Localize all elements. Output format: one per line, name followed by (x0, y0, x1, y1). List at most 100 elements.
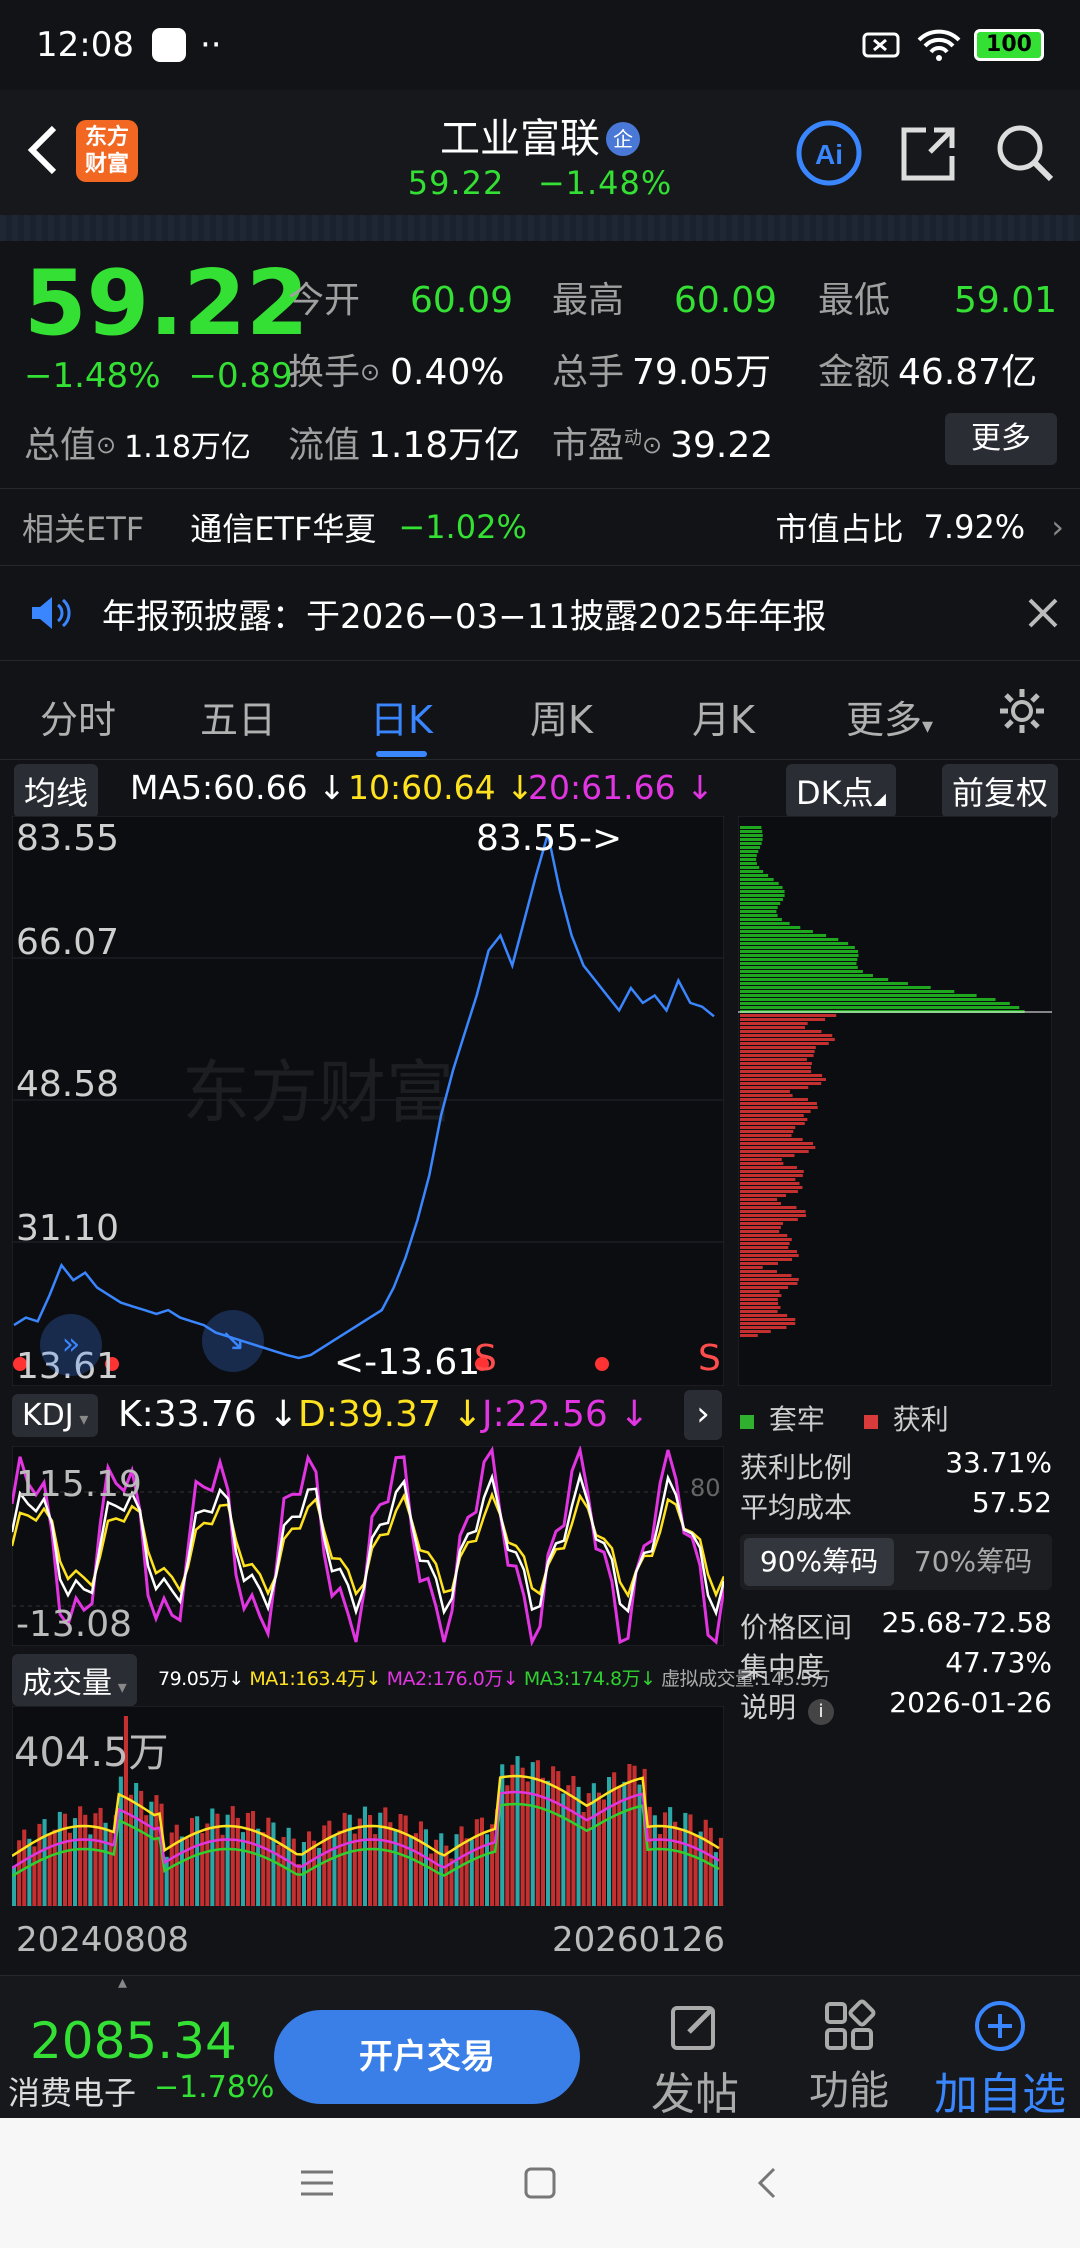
chip-bar (740, 958, 858, 961)
chip-bar (740, 1138, 803, 1141)
tab-chip-70[interactable]: 70%筹码 (898, 1538, 1048, 1586)
volume-top-label: 404.5万 (14, 1730, 169, 1776)
chip-distribution-chart[interactable] (738, 816, 1052, 1386)
tab-more[interactable]: 更多▾ (846, 689, 933, 744)
chip-price-range: 价格区间 25.68-72.58 (740, 1606, 1052, 1644)
volume-bar (240, 1832, 245, 1906)
volume-bar (12, 1866, 17, 1906)
stat-turnover[interactable]: 换手⊙ 0.40% (288, 343, 505, 395)
tab-intraday[interactable]: 分时 (40, 689, 116, 744)
tab-daily-k[interactable]: 日K (370, 689, 433, 757)
caret-down-icon: ▾ (112, 1677, 127, 1698)
volume-bar (652, 1815, 657, 1906)
volume-bar (708, 1827, 713, 1906)
volume-bar (581, 1812, 586, 1906)
adjust-mode-button[interactable]: 前复权 (942, 764, 1059, 818)
chip-bar (740, 1146, 816, 1149)
kdj-selector-button[interactable]: KDJ ▾ (12, 1394, 99, 1437)
min-price-label: <-13.61 (334, 1342, 481, 1383)
home-icon[interactable] (520, 2163, 560, 2203)
chip-bar (740, 1130, 794, 1133)
volume-bar (251, 1811, 256, 1906)
etf-name[interactable]: 通信ETF华夏 (190, 504, 376, 550)
chip-bar (740, 1266, 763, 1269)
chip-bar (740, 874, 769, 877)
app-notification-icon (151, 28, 186, 62)
chip-bar (740, 1194, 786, 1197)
chip-bar (740, 846, 761, 849)
add-to-watchlist-button[interactable]: 加自选 (930, 1998, 1070, 2122)
period-tabs: 分时 五日 日K 周K 月K 更多▾ (0, 660, 1080, 760)
stat-mcap[interactable]: 总值⊙ 1.18万亿 (24, 416, 251, 468)
tab-five-day[interactable]: 五日 (200, 689, 276, 744)
ma-legend: 均线 MA5:60.66 ↓ 10:60.64 ↓ 20:61.66 ↓ DK点… (0, 762, 1080, 818)
tab-chip-90[interactable]: 90%筹码 (744, 1538, 894, 1586)
volume-bar (637, 1784, 642, 1906)
stat-pe[interactable]: 市盈动⊙ 39.22 (552, 416, 773, 468)
chip-bar (740, 826, 762, 829)
tab-weekly-k[interactable]: 周K (530, 689, 593, 744)
notice-text: 年报预披露：于2026−03−11披露2025年年报 (102, 596, 827, 637)
corner-triangle-icon: ◢ (873, 789, 886, 808)
back-nav-icon[interactable] (748, 2163, 788, 2203)
nav-bar: 东方财富 工业富联企 59.22 −1.48% Ai (0, 90, 1080, 215)
notice-bar[interactable]: 年报预披露：于2026−03−11披露2025年年报 (0, 568, 1080, 658)
chip-bar (740, 918, 782, 921)
kdj-ref-80: 80 (690, 1474, 721, 1502)
pan-handle-icon[interactable]: ↘ (202, 1310, 264, 1372)
y-label-1: 83.55 (16, 818, 120, 859)
settings-gear-icon[interactable] (996, 685, 1048, 737)
search-icon[interactable] (992, 120, 1058, 186)
volume-bar (627, 1764, 632, 1906)
open-account-trade-button[interactable]: 开户交易 (274, 2010, 580, 2104)
chip-bar (740, 1198, 778, 1201)
volume-bar (398, 1814, 403, 1906)
volume-bar (439, 1833, 444, 1906)
chip-note[interactable]: 说明 i 2026-01-26 (740, 1686, 1052, 1726)
date-end: 20260126 (552, 1920, 726, 1960)
chip-bar (740, 1286, 789, 1289)
index-name[interactable]: 消费电子 (8, 2068, 136, 2114)
volume-legend: 79.05万↓ MA1:163.4万↓ MA2:176.0万↓ MA3:174.… (158, 1668, 830, 1690)
tab-monthly-k[interactable]: 月K (692, 689, 755, 744)
volume-bar (88, 1834, 93, 1906)
chip-bar (740, 906, 778, 909)
volume-bar (57, 1811, 62, 1906)
ma20-value: 20:61.66 ↓ (528, 768, 714, 807)
related-etf-row[interactable]: 相关ETF 通信ETF华夏 −1.02% 市值占比 7.92% › (0, 488, 1080, 566)
ma-selector-button[interactable]: 均线 (14, 764, 99, 818)
post-button[interactable]: 发帖 (640, 1998, 750, 2122)
volume-bar (154, 1795, 159, 1906)
volume-bar (556, 1771, 561, 1906)
volume-bar (474, 1819, 479, 1906)
info-icon[interactable]: i (808, 1699, 835, 1725)
chip-bar (740, 1186, 803, 1189)
volume-bar (500, 1764, 505, 1906)
chip-concentration: 集中度 47.73% (740, 1646, 1052, 1684)
sim-icon (862, 32, 900, 58)
more-stats-button[interactable]: 更多 (945, 413, 1057, 465)
ai-icon[interactable]: Ai (796, 120, 862, 186)
chip-bar (740, 1298, 778, 1301)
last-price: 59.22 (24, 251, 309, 356)
volume-bar (596, 1792, 601, 1906)
share-icon[interactable] (896, 120, 962, 186)
chip-bar (740, 1050, 815, 1053)
expand-indicators-button[interactable]: › (684, 1390, 722, 1440)
zoom-handle-icon[interactable]: » (40, 1314, 102, 1376)
volume-bar (668, 1807, 673, 1906)
index-value[interactable]: 2085.34 (30, 2012, 237, 2070)
chip-bar (740, 934, 827, 937)
profit-square-icon (863, 1415, 878, 1429)
y-label-2: 66.07 (16, 922, 120, 963)
volume-selector-button[interactable]: 成交量 ▾ (12, 1654, 137, 1706)
menu-icon[interactable] (297, 2163, 337, 2203)
functions-button[interactable]: 功能 (794, 1998, 904, 2116)
close-icon[interactable] (1026, 596, 1060, 630)
chip-bar (740, 1110, 811, 1113)
chip-bar (740, 1282, 798, 1285)
dk-point-button[interactable]: DK点◢ (786, 764, 896, 818)
chip-bar (740, 914, 778, 917)
volume-bar (52, 1829, 57, 1906)
volume-bar (83, 1814, 88, 1906)
